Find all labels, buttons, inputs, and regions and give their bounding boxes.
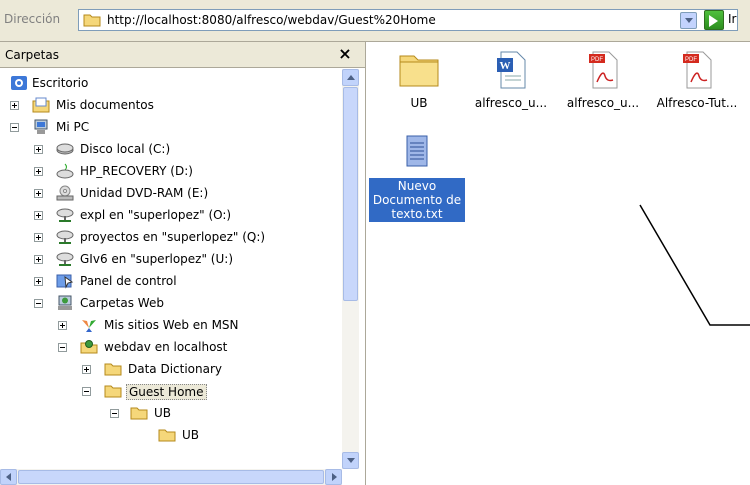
go-arrow-icon[interactable]: [704, 10, 724, 30]
tree-item-label: proyectos en "superlopez" (Q:): [80, 230, 266, 244]
tree-item-label: Escritorio: [32, 76, 89, 90]
tree-item-label: Carpetas Web: [80, 296, 164, 310]
msn-icon: [82, 320, 96, 332]
web-folders-icon: [58, 295, 72, 310]
control-panel-icon: [56, 274, 74, 289]
folder-icon: [83, 14, 101, 27]
tree-vertical-scrollbar[interactable]: [342, 69, 359, 469]
folders-panel-header: Carpetas ×: [0, 42, 365, 68]
my-documents-icon: [32, 97, 50, 113]
tree-item-label: GIv6 en "superlopez" (U:): [80, 252, 233, 266]
folder-icon: [104, 363, 122, 376]
tree-item-label: UB: [154, 406, 172, 420]
folder-icon: [158, 429, 176, 442]
address-dropdown-icon[interactable]: [680, 12, 697, 29]
expand-plus-icon[interactable]: [34, 255, 43, 264]
tree-item-label: Disco local (C:): [80, 142, 171, 156]
tree-horizontal-scrollbar[interactable]: [0, 469, 342, 485]
dvd-drive-icon: [56, 185, 74, 201]
network-drive-icon: [56, 208, 74, 222]
collapse-minus-icon[interactable]: [34, 299, 43, 308]
collapse-minus-icon[interactable]: [10, 123, 19, 132]
my-computer-icon: [34, 119, 48, 134]
address-bar: Dirección http://localhost:8080/alfresco…: [0, 0, 750, 42]
file-view: UB W alfresco_u... PDF alfresco_u... PDF…: [367, 42, 750, 485]
tree-item-label: Mis sitios Web en MSN: [104, 318, 239, 332]
tree-item-label: expl en "superlopez" (O:): [80, 208, 232, 222]
collapse-minus-icon[interactable]: [110, 409, 119, 418]
network-drive-icon: [56, 252, 74, 266]
address-label: Dirección: [4, 12, 61, 26]
address-input[interactable]: http://localhost:8080/alfresco/webdav/Gu…: [78, 9, 738, 31]
folders-panel: Carpetas × Escritorio Mis documentos Mi …: [0, 42, 366, 485]
tree-item-label: webdav en localhost: [104, 340, 228, 354]
tree-item-label: Mi PC: [56, 120, 90, 134]
address-url: http://localhost:8080/alfresco/webdav/Gu…: [107, 13, 436, 27]
tree-item-label: UB: [182, 428, 200, 442]
expand-plus-icon[interactable]: [34, 167, 43, 176]
expand-plus-icon[interactable]: [82, 365, 91, 374]
annotation-callout-line: [639, 204, 750, 326]
folders-panel-title: Carpetas: [5, 48, 59, 62]
expand-plus-icon[interactable]: [34, 189, 43, 198]
expand-plus-icon[interactable]: [34, 145, 43, 154]
tree-item-label: Data Dictionary: [128, 362, 223, 376]
hard-disk-icon: [56, 163, 74, 179]
tree-item-label: Mis documentos: [56, 98, 154, 112]
scroll-down-icon[interactable]: [342, 452, 359, 469]
tree-item-label: Panel de control: [80, 274, 177, 288]
expand-plus-icon[interactable]: [34, 277, 43, 286]
expand-plus-icon[interactable]: [10, 101, 19, 110]
scroll-left-icon[interactable]: [0, 469, 17, 485]
desktop-icon: [11, 76, 27, 90]
scroll-right-icon[interactable]: [325, 469, 342, 485]
collapse-minus-icon[interactable]: [82, 387, 91, 396]
hard-disk-icon: [56, 143, 74, 155]
folder-tree: Escritorio Mis documentos Mi PC Disco lo…: [0, 69, 342, 469]
expand-plus-icon[interactable]: [34, 233, 43, 242]
go-button-label[interactable]: Ir: [728, 12, 736, 26]
scroll-thumb-horizontal[interactable]: [18, 470, 324, 484]
scroll-thumb[interactable]: [343, 87, 358, 301]
network-drive-icon: [56, 230, 74, 244]
tree-item-label: HP_RECOVERY (D:): [80, 164, 193, 178]
scroll-up-icon[interactable]: [342, 69, 359, 86]
expand-plus-icon[interactable]: [58, 321, 67, 330]
folder-icon: [130, 407, 148, 420]
tree-item-label: Unidad DVD-RAM (E:): [80, 186, 209, 200]
tree-item-label: Guest Home: [126, 384, 207, 400]
collapse-minus-icon[interactable]: [58, 343, 67, 352]
expand-plus-icon[interactable]: [34, 211, 43, 220]
close-icon[interactable]: ×: [338, 44, 352, 63]
folder-icon: [104, 385, 122, 398]
web-folder-icon: [80, 340, 98, 354]
